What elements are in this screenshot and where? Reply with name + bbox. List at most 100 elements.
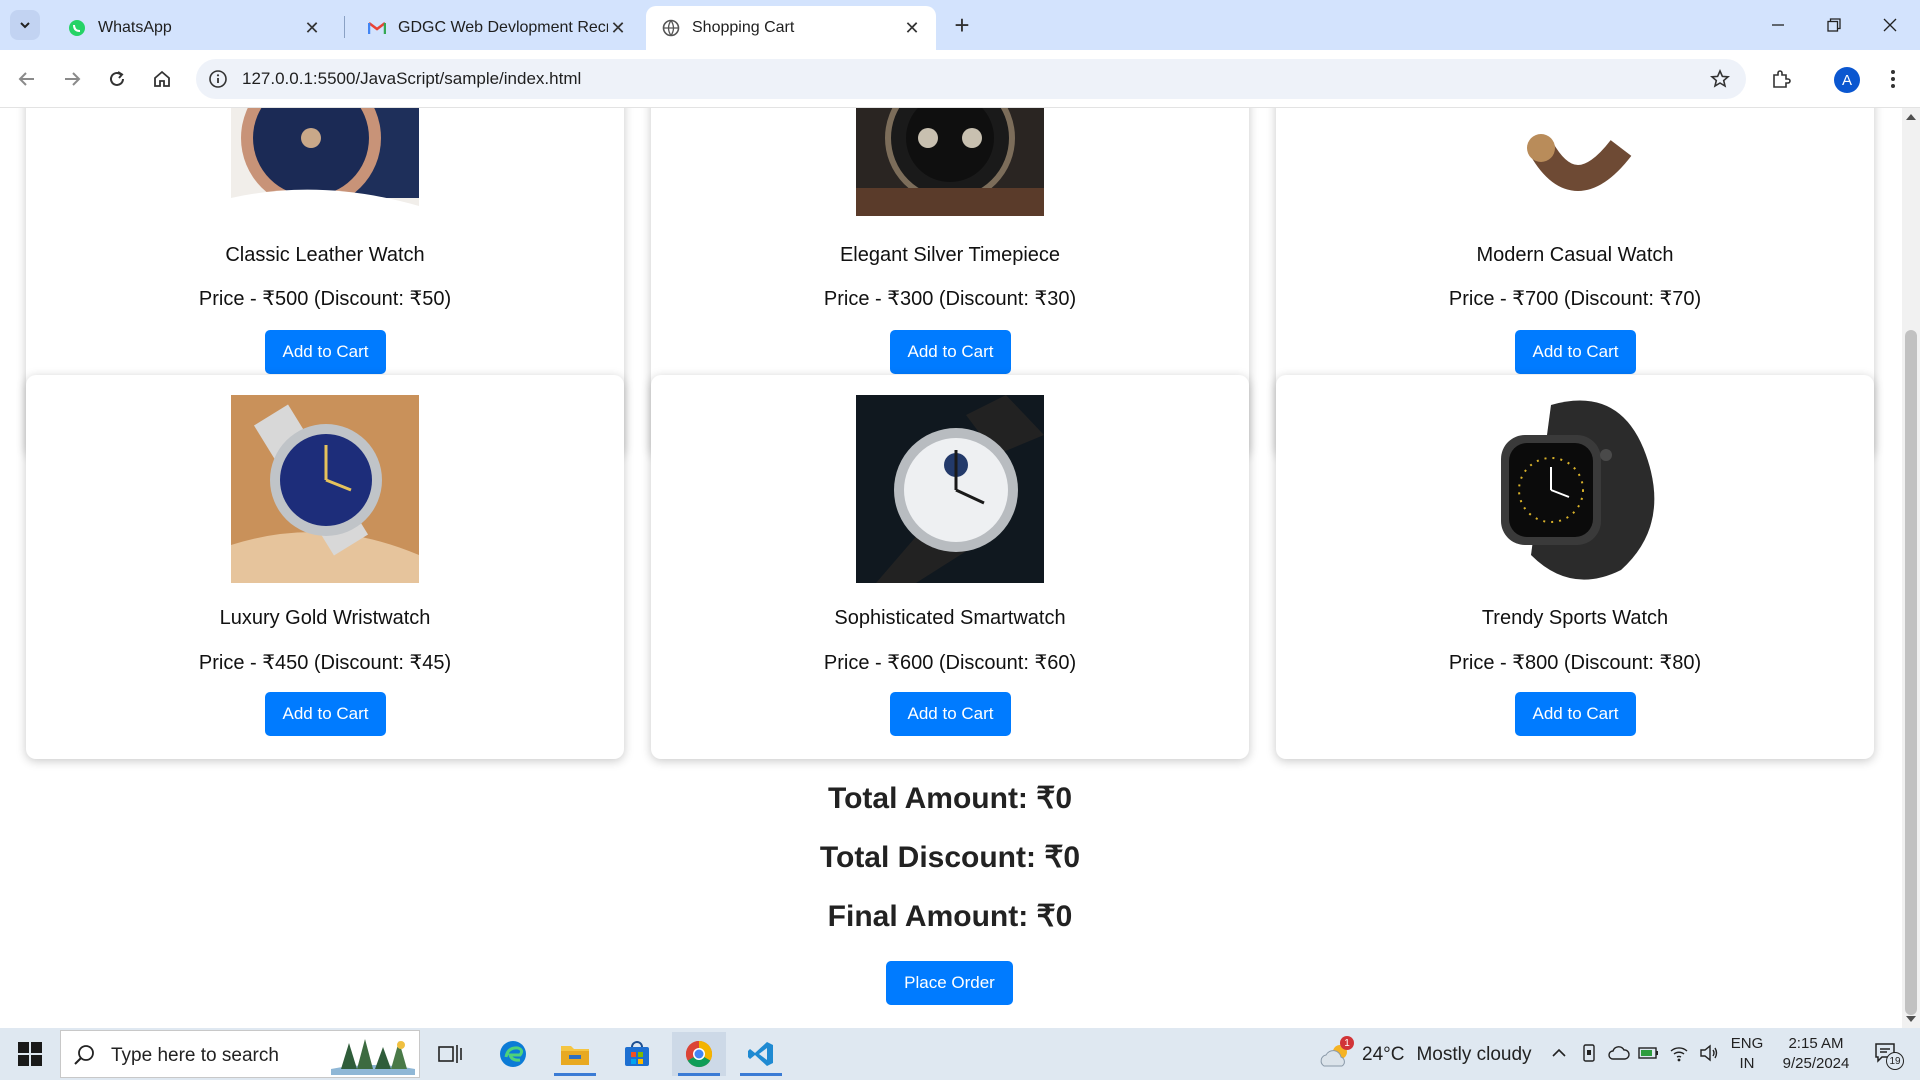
product-card: Luxury Gold Wristwatch Price - ₹450 (Dis… <box>26 375 624 759</box>
taskbar-chrome[interactable] <box>672 1032 726 1076</box>
close-icon <box>1883 18 1897 32</box>
taskbar-file-explorer[interactable] <box>548 1032 602 1076</box>
page-viewport: Classic Leather Watch Price - ₹500 (Disc… <box>0 108 1902 1028</box>
minimize-icon <box>1772 24 1784 26</box>
home-icon <box>154 70 170 87</box>
extensions-button[interactable] <box>1766 64 1796 94</box>
weather-widget[interactable]: 1 24°C Mostly cloudy <box>1318 1036 1532 1070</box>
place-order-button[interactable]: Place Order <box>886 961 1013 1005</box>
tray-wifi[interactable] <box>1668 1042 1690 1064</box>
taskbar-edge[interactable] <box>486 1032 540 1076</box>
scrollbar-thumb[interactable] <box>1905 330 1917 1015</box>
tab-title: Shopping Cart <box>692 19 795 36</box>
chevron-down-icon <box>20 22 30 29</box>
forward-button[interactable] <box>57 64 87 94</box>
page-scrollbar[interactable] <box>1902 108 1920 1028</box>
kebab-menu-icon <box>1891 70 1895 88</box>
vscode-icon <box>748 1042 773 1066</box>
search-placeholder: Type here to search <box>111 1045 279 1066</box>
language-indicator[interactable]: ENG IN <box>1730 1034 1764 1074</box>
add-to-cart-button[interactable]: Add to Cart <box>1515 330 1636 374</box>
arrow-left-icon <box>18 72 34 86</box>
cloud-icon <box>1608 1046 1630 1060</box>
tray-device[interactable] <box>1578 1042 1600 1064</box>
tray-volume[interactable] <box>1698 1042 1720 1064</box>
chrome-icon <box>685 1040 713 1068</box>
tab-shopping-cart[interactable]: Shopping Cart ✕ <box>646 6 936 50</box>
product-price: Price - ₹300 (Discount: ₹30) <box>823 288 1077 310</box>
store-icon <box>625 1041 649 1066</box>
product-name: Sophisticated Smartwatch <box>834 607 1066 629</box>
weather-desc: Mostly cloudy <box>1416 1044 1532 1065</box>
site-info-icon[interactable] <box>206 67 230 91</box>
taskbar-search-box[interactable]: Type here to search <box>60 1030 420 1078</box>
folder-icon <box>561 1046 589 1065</box>
product-image-classic-leather-watch <box>231 108 419 216</box>
product-image-luxury-gold-wristwatch <box>231 395 419 583</box>
tab-search-button[interactable] <box>10 10 40 40</box>
tab-separator <box>344 16 345 38</box>
globe-icon <box>662 19 680 37</box>
restore-button[interactable] <box>1806 0 1862 50</box>
add-to-cart-button[interactable]: Add to Cart <box>265 330 386 374</box>
close-icon[interactable]: ✕ <box>608 18 628 38</box>
puzzle-icon <box>1773 70 1791 88</box>
product-card: Trendy Sports Watch Price - ₹800 (Discou… <box>1276 375 1874 759</box>
home-button[interactable] <box>147 64 177 94</box>
task-view-button[interactable] <box>423 1032 477 1076</box>
start-button[interactable] <box>8 1036 52 1072</box>
close-icon[interactable]: ✕ <box>302 18 322 38</box>
tab-gmail[interactable]: GDGC Web Devlopment Recruit ✕ <box>352 6 642 50</box>
product-image-trendy-sports-watch <box>1481 395 1669 583</box>
tray-onedrive[interactable] <box>1608 1042 1630 1064</box>
final-amount: Final Amount: ₹0 <box>827 900 1073 933</box>
address-bar[interactable]: 127.0.0.1:5500/JavaScript/sample/index.h… <box>196 59 1746 99</box>
taskbar-vscode[interactable] <box>734 1032 788 1076</box>
tab-whatsapp[interactable]: WhatsApp ✕ <box>52 6 336 50</box>
notification-count: 19 <box>1886 1052 1904 1070</box>
reload-button[interactable] <box>102 64 132 94</box>
clock-time: 2:15 AM <box>1788 1035 1844 1052</box>
total-amount: Total Amount: ₹0 <box>827 782 1073 815</box>
product-image-modern-casual-watch <box>1481 108 1669 216</box>
bookmark-star-icon[interactable] <box>1708 67 1732 91</box>
minimize-button[interactable] <box>1750 0 1806 50</box>
product-name: Elegant Silver Timepiece <box>839 244 1061 266</box>
speaker-icon <box>1700 1044 1718 1062</box>
clock-date: 9/25/2024 <box>1782 1055 1850 1072</box>
back-button[interactable] <box>12 64 42 94</box>
tab-title: WhatsApp <box>98 19 172 36</box>
close-icon[interactable]: ✕ <box>902 18 922 38</box>
add-to-cart-button[interactable]: Add to Cart <box>1515 692 1636 736</box>
product-image-sophisticated-smartwatch <box>856 395 1044 583</box>
profile-avatar[interactable]: A <box>1834 67 1860 93</box>
gmail-icon <box>368 19 386 37</box>
notification-center-button[interactable]: 19 <box>1872 1040 1904 1070</box>
tray-battery[interactable] <box>1638 1042 1660 1064</box>
add-to-cart-button[interactable]: Add to Cart <box>890 330 1011 374</box>
product-name: Trendy Sports Watch <box>1481 607 1669 629</box>
product-price: Price - ₹700 (Discount: ₹70) <box>1448 288 1702 310</box>
product-name: Classic Leather Watch <box>225 244 425 266</box>
tab-title: GDGC Web Devlopment Recruit <box>398 19 608 36</box>
new-tab-button[interactable]: + <box>947 10 977 40</box>
clock[interactable]: 2:15 AM 9/25/2024 <box>1768 1034 1864 1074</box>
scroll-up-arrow-icon[interactable] <box>1906 114 1916 120</box>
product-price: Price - ₹450 (Discount: ₹45) <box>198 652 452 674</box>
show-hidden-icons-button[interactable] <box>1548 1042 1570 1064</box>
product-name: Luxury Gold Wristwatch <box>219 607 431 629</box>
wifi-icon <box>1670 1047 1688 1062</box>
arrow-right-icon <box>65 72 81 86</box>
chevron-up-icon <box>1552 1048 1566 1057</box>
region-code: IN <box>1739 1055 1755 1072</box>
add-to-cart-button[interactable]: Add to Cart <box>890 692 1011 736</box>
edge-icon <box>500 1041 526 1067</box>
task-view-icon <box>438 1045 462 1063</box>
taskbar-store[interactable] <box>610 1032 664 1076</box>
weather-temp: 24°C <box>1362 1044 1405 1065</box>
menu-button[interactable] <box>1878 64 1908 94</box>
scroll-down-arrow-icon[interactable] <box>1906 1016 1916 1022</box>
close-window-button[interactable] <box>1862 0 1918 50</box>
windows-taskbar: Type here to search 1 24°C Mostly cloudy… <box>0 1028 1920 1080</box>
add-to-cart-button[interactable]: Add to Cart <box>265 692 386 736</box>
